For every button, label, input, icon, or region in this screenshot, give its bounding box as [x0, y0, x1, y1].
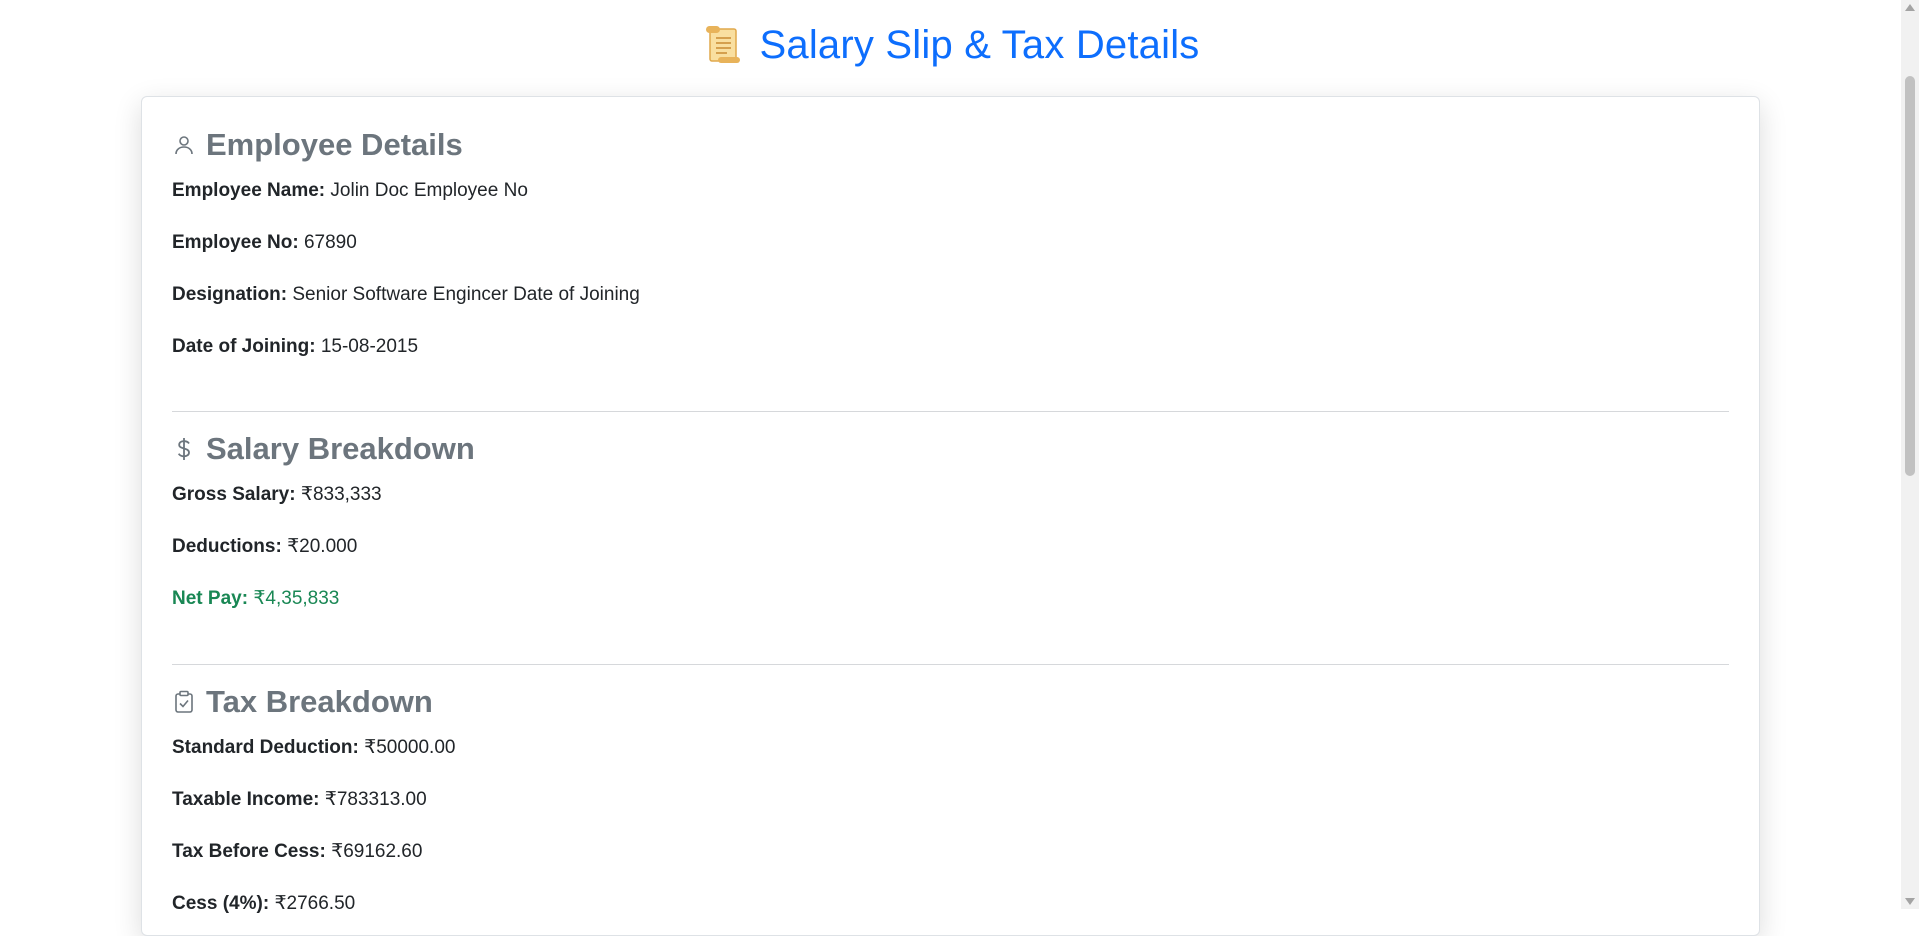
- employee-name-row: Employee Name: Jolin Doc Employee No: [172, 179, 1729, 203]
- designation-label: Designation:: [172, 284, 288, 305]
- gross-salary-row: Gross Salary: ₹833,333: [172, 483, 1729, 507]
- date-of-joining-label: Date of Joining:: [172, 336, 316, 357]
- standard-deduction-label: Standard Deduction:: [172, 737, 359, 758]
- clipboard-check-icon: [172, 690, 196, 714]
- person-icon: [172, 133, 196, 157]
- taxable-income-value: ₹783313.00: [324, 789, 427, 810]
- net-pay-row: Net Pay: ₹4,35,833: [172, 587, 1729, 611]
- salary-breakdown-heading: Salary Breakdown: [206, 431, 475, 466]
- vertical-scrollbar[interactable]: [1901, 0, 1919, 909]
- cess-label: Cess (4%):: [172, 893, 270, 914]
- deductions-row: Deductions: ₹20.000: [172, 535, 1729, 559]
- gross-salary-value: ₹833,333: [300, 484, 382, 505]
- standard-deduction-value: ₹50000.00: [364, 737, 456, 758]
- taxable-income-row: Taxable Income: ₹783313.00: [172, 788, 1729, 812]
- scrollbar-thumb[interactable]: [1905, 76, 1915, 476]
- dollar-icon: [172, 437, 196, 461]
- salary-breakdown-section: Salary Breakdown Gross Salary: ₹833,333 …: [172, 429, 1729, 611]
- page: Salary Slip & Tax Details Employee Detai…: [0, 0, 1901, 936]
- designation-value: Senior Software Engincer Date of Joining: [292, 284, 640, 305]
- deductions-value: ₹20.000: [287, 536, 358, 557]
- salary-slip-card: Employee Details Employee Name: Jolin Do…: [141, 96, 1760, 936]
- deductions-label: Deductions:: [172, 536, 282, 557]
- employee-details-section: Employee Details Employee Name: Jolin Do…: [172, 125, 1729, 359]
- tax-before-cess-value: ₹69162.60: [331, 841, 423, 862]
- designation-row: Designation: Senior Software Engincer Da…: [172, 283, 1729, 307]
- employee-details-heading: Employee Details: [206, 127, 463, 162]
- page-header: Salary Slip & Tax Details: [0, 18, 1901, 72]
- tax-before-cess-label: Tax Before Cess:: [172, 841, 326, 862]
- net-pay-label: Net Pay:: [172, 588, 249, 609]
- section-divider: [172, 411, 1729, 412]
- taxable-income-label: Taxable Income:: [172, 789, 320, 810]
- tax-before-cess-row: Tax Before Cess: ₹69162.60: [172, 840, 1729, 864]
- employee-name-value: Jolin Doc Employee No: [330, 180, 528, 201]
- gross-salary-label: Gross Salary:: [172, 484, 296, 505]
- net-pay-value: ₹4,35,833: [253, 588, 340, 609]
- scroll-down-arrow[interactable]: [1905, 898, 1915, 905]
- standard-deduction-row: Standard Deduction: ₹50000.00: [172, 736, 1729, 760]
- scroll-up-arrow[interactable]: [1905, 4, 1915, 11]
- tax-breakdown-heading: Tax Breakdown: [206, 684, 433, 719]
- page-title: Salary Slip & Tax Details: [759, 22, 1200, 67]
- date-of-joining-row: Date of Joining: 15-08-2015: [172, 335, 1729, 359]
- tax-breakdown-header: Tax Breakdown: [172, 682, 1729, 722]
- employee-name-label: Employee Name:: [172, 180, 326, 201]
- employee-no-label: Employee No:: [172, 232, 299, 253]
- tax-breakdown-section: Tax Breakdown Standard Deduction: ₹50000…: [172, 682, 1729, 916]
- cess-row: Cess (4%): ₹2766.50: [172, 892, 1729, 916]
- employee-no-row: Employee No: 67890: [172, 231, 1729, 255]
- date-of-joining-value: 15-08-2015: [320, 336, 419, 357]
- employee-details-header: Employee Details: [172, 125, 1729, 165]
- employee-no-value: 67890: [303, 232, 357, 253]
- scroll-icon: [702, 23, 746, 67]
- cess-value: ₹2766.50: [274, 893, 356, 914]
- salary-breakdown-header: Salary Breakdown: [172, 429, 1729, 469]
- section-divider: [172, 664, 1729, 665]
